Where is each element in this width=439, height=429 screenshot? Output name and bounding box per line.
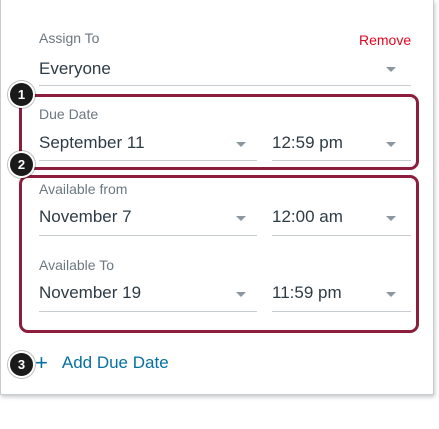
remove-link[interactable]: Remove	[359, 32, 411, 48]
add-due-date-label: Add Due Date	[61, 353, 169, 372]
available-from-date-value: November 7	[39, 207, 132, 226]
available-to-date-underline	[39, 311, 257, 312]
due-date-underline	[39, 160, 257, 161]
available-from-date-underline	[39, 235, 257, 236]
due-time-select[interactable]: 12:59 pm	[272, 130, 411, 160]
due-time-underline	[272, 160, 411, 161]
available-to-time-select[interactable]: 11:59 pm	[272, 280, 411, 310]
due-date-select[interactable]: September 11	[39, 130, 257, 160]
available-from-time-select[interactable]: 12:00 am	[272, 204, 411, 234]
available-from-date-select[interactable]: November 7	[39, 204, 257, 234]
available-to-time-underline	[272, 311, 411, 312]
caret-down-icon	[386, 292, 396, 297]
due-date-label: Due Date	[39, 106, 99, 122]
assign-to-value: Everyone	[39, 59, 111, 78]
assign-to-select[interactable]: Everyone	[39, 56, 411, 86]
caret-down-icon	[386, 142, 396, 147]
assign-to-label: Assign To	[39, 30, 100, 46]
available-from-label: Available from	[39, 181, 128, 197]
assign-to-underline	[39, 85, 411, 86]
caret-down-icon	[236, 216, 246, 221]
available-to-time-value: 11:59 pm	[272, 283, 342, 302]
available-to-date-value: November 19	[39, 283, 142, 302]
assign-card: Assign To Remove Everyone Due Date Septe…	[0, 0, 434, 395]
available-from-time-value: 12:00 am	[272, 207, 343, 226]
due-time-value: 12:59 pm	[272, 133, 343, 152]
callout-badge-3: 3	[8, 351, 35, 378]
plus-icon: +	[35, 350, 48, 375]
callout-badge-1: 1	[8, 81, 35, 108]
caret-down-icon	[236, 292, 246, 297]
caret-down-icon	[386, 67, 396, 72]
caret-down-icon	[386, 216, 396, 221]
available-from-time-underline	[272, 235, 411, 236]
callout-badge-2: 2	[8, 151, 35, 178]
available-to-date-select[interactable]: November 19	[39, 280, 257, 310]
add-due-date-button[interactable]: + Add Due Date	[35, 352, 169, 374]
caret-down-icon	[236, 142, 246, 147]
available-to-label: Available To	[39, 257, 114, 273]
due-date-value: September 11	[39, 133, 145, 152]
